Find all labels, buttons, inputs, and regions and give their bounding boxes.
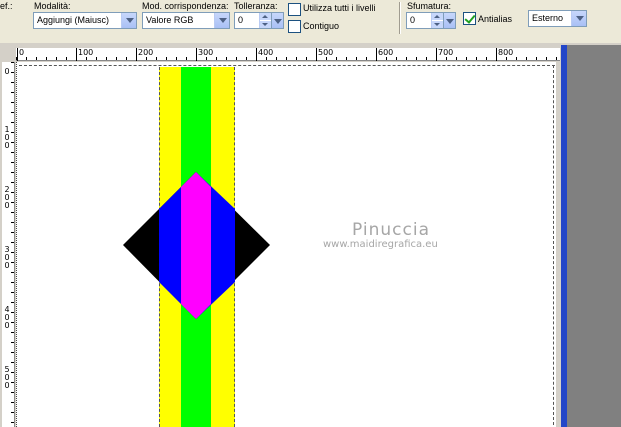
ruler-major-tick (196, 48, 197, 61)
diamond-shape (123, 172, 270, 319)
ruler-label: 0 (4, 67, 10, 76)
ruler-label: 700 (438, 48, 454, 57)
ruler-label: 500 (318, 48, 334, 57)
modalita-dropdown[interactable]: Aggiungi (Maiusc) (33, 12, 137, 29)
corrispondenza-value: Valore RGB (146, 15, 194, 25)
utilizza-livelli-checkbox[interactable] (288, 3, 301, 16)
tolleranza-input[interactable]: 0 (234, 12, 272, 29)
ruler-label: 600 (378, 48, 394, 57)
corrispondenza-dropdown[interactable]: Valore RGB (142, 12, 230, 29)
chevron-down-icon[interactable] (121, 13, 136, 28)
sfumatura-spinner[interactable] (431, 13, 443, 28)
watermark-name: Pinuccia (352, 220, 430, 240)
ruler-label: 200 (138, 48, 154, 57)
ruler-label: 800 (498, 48, 514, 57)
ruler-label: 100 (78, 48, 94, 57)
sfumatura-slider-button[interactable] (443, 12, 456, 29)
spin-down-icon[interactable] (260, 21, 271, 28)
magenta-diamond-band (181, 172, 211, 319)
modalita-value: Aggiungi (Maiusc) (37, 15, 110, 25)
tool-options-bar: ef.: Modalità: Aggiungi (Maiusc) Mod. co… (0, 0, 621, 43)
contiguo-checkbox[interactable] (288, 20, 301, 33)
ruler-label: 0 (19, 48, 25, 57)
vertical-ruler: 0 1 0 0 2 0 0 3 0 0 4 0 0 5 0 0 (2, 62, 15, 427)
toolbar-separator (399, 2, 400, 34)
tolleranza-value: 0 (238, 15, 244, 25)
antialias-mode-dropdown[interactable]: Esterno (528, 10, 587, 27)
ruler-major-tick (316, 48, 317, 61)
antialias-checkbox[interactable] (463, 12, 476, 25)
corrispondenza-label: Mod. corrispondenza: (142, 1, 229, 11)
sfumatura-input[interactable]: 0 (406, 12, 444, 29)
ruler-label: 4 0 0 (4, 305, 10, 330)
ruler-label: 5 0 0 (4, 365, 10, 390)
ruler-label: 300 (198, 48, 214, 57)
antialias-label: Antialias (478, 14, 513, 24)
tolleranza-slider-button[interactable] (271, 12, 284, 29)
sfumatura-label: Sfumatura: (407, 1, 452, 11)
modalita-label: Modalità: (34, 1, 71, 11)
ruler-major-tick (136, 48, 137, 61)
horizontal-ruler: 0 100 200 300 400 500 600 700 800 (16, 48, 560, 61)
ruler-major-tick (17, 48, 18, 61)
spin-down-icon[interactable] (432, 21, 443, 28)
ruler-label: 400 (258, 48, 274, 57)
ruler-label: 3 0 0 (4, 245, 10, 270)
spin-up-icon[interactable] (432, 13, 443, 20)
ruler-major-tick (256, 48, 257, 61)
sfumatura-value: 0 (410, 15, 416, 25)
chevron-down-icon[interactable] (214, 13, 229, 28)
image-canvas[interactable]: Pinuccia www.maidiregrafica.eu (16, 62, 556, 427)
workspace-background (567, 45, 621, 427)
ruler-label: 2 0 0 (4, 185, 10, 210)
spin-up-icon[interactable] (260, 13, 271, 20)
ruler-major-tick (436, 48, 437, 61)
tolleranza-spinner[interactable] (259, 13, 271, 28)
ruler-major-tick (76, 48, 77, 61)
ruler-major-tick (376, 48, 377, 61)
ruler-major-tick (496, 48, 497, 61)
chevron-down-icon[interactable] (571, 11, 586, 26)
truncated-label: ef.: (0, 1, 13, 11)
ruler-label: 1 0 0 (4, 125, 10, 150)
antialias-mode-value: Esterno (532, 13, 564, 23)
tolleranza-label: Tolleranza: (234, 1, 278, 11)
watermark-url: www.maidiregrafica.eu (323, 239, 438, 250)
contiguo-label: Contiguo (303, 21, 340, 31)
utilizza-livelli-label: Utilizza tutti i livelli (303, 3, 376, 13)
